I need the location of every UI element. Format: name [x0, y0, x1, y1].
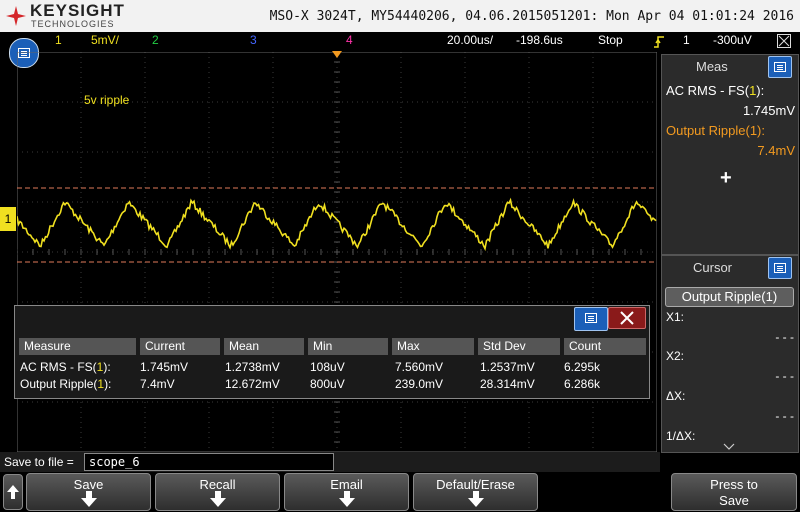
trigger-level[interactable]: -300uV — [713, 33, 752, 47]
trigger-source[interactable]: 1 — [683, 33, 690, 47]
row1-std-dev: 1.2537mV — [480, 360, 535, 374]
horizontal-delay[interactable]: -198.6us — [516, 33, 563, 47]
softkey-email-button[interactable]: Email — [284, 473, 409, 511]
row1-current: 1.745mV — [140, 360, 189, 374]
brand-name: KEYSIGHT — [30, 1, 125, 20]
ch2-number[interactable]: 2 — [152, 33, 159, 47]
row1-count: 6.295k — [564, 360, 601, 374]
softkey-press-to-label: Press to — [710, 477, 758, 492]
col-header-max: Max — [392, 338, 474, 355]
col-header-std-dev: Std Dev — [478, 338, 560, 355]
stats-window-close-button[interactable] — [608, 307, 646, 329]
row2-max: 239.0mV — [395, 377, 444, 391]
run-state[interactable]: Stop — [598, 33, 623, 47]
cursor-x2-label: X2: — [666, 349, 685, 363]
row1-min: 108uV — [310, 360, 345, 374]
trigger-edge-icon — [654, 36, 664, 48]
row1-mean: 1.2738mV — [225, 360, 280, 374]
cursor-x2-value: - - - — [775, 369, 794, 383]
col-header-count: Count — [564, 338, 646, 355]
trigger-position-marker[interactable] — [332, 51, 342, 58]
softkey-default-erase-label: Default/Erase — [436, 477, 515, 492]
softkey-email-label: Email — [330, 477, 363, 492]
row2-mean: 12.672mV — [225, 377, 280, 391]
softkey-recall-label: Recall — [199, 477, 236, 492]
meas-item1-value: 1.745mV — [742, 103, 795, 118]
softkey-default-erase-button[interactable]: Default/Erase — [413, 473, 538, 511]
add-measurement-button[interactable]: + — [720, 167, 732, 190]
channel-bar — [0, 32, 800, 52]
ch1-ground-marker-label: 1 — [4, 212, 12, 226]
col-header-measure: Measure — [19, 338, 136, 355]
cursor-x1-value: - - - — [775, 330, 794, 344]
meas-panel-menu-button[interactable] — [768, 56, 792, 78]
cursor-source-select[interactable]: Output Ripple(1) — [665, 287, 794, 307]
softkey-press-to-save-button[interactable]: Press to Save — [671, 473, 797, 511]
row2-min: 800uV — [310, 377, 345, 391]
arrow-up-icon — [7, 485, 19, 499]
cursor-inv-dx-label: 1/ΔX: — [666, 429, 696, 443]
row2-measure: Output Ripple(1): — [20, 377, 112, 391]
ch3-number[interactable]: 3 — [250, 33, 257, 47]
row1-max: 7.560mV — [395, 360, 444, 374]
softkey-save-button[interactable]: Save — [26, 473, 151, 511]
cursor-panel-title: Cursor — [693, 260, 733, 275]
fullscreen-toggle-icon[interactable] — [777, 34, 791, 48]
brand-subtitle: TECHNOLOGIES — [31, 19, 115, 29]
cursor-panel-menu-button[interactable] — [768, 257, 792, 279]
keysight-logo-icon — [6, 6, 26, 26]
softkey-save-label: Save — [73, 477, 104, 492]
ch1-scale[interactable]: 5mV/ — [91, 33, 119, 47]
ch1-ground-marker[interactable]: 1 — [0, 207, 16, 231]
close-icon — [620, 311, 634, 325]
cursor-dx-value: - - - — [775, 409, 794, 423]
row2-count: 6.286k — [564, 377, 601, 391]
row1-measure: AC RMS - FS(1): — [20, 360, 111, 374]
col-header-current: Current — [140, 338, 220, 355]
stats-window-menu-button[interactable] — [574, 307, 608, 331]
cursor-dx-label: ΔX: — [666, 389, 686, 403]
row2-current: 7.4mV — [140, 377, 175, 391]
row2-std-dev: 28.314mV — [480, 377, 535, 391]
filename-field[interactable]: scope_6 — [84, 453, 334, 471]
meas-item1-label[interactable]: AC RMS - FS(1): — [666, 83, 764, 98]
waveform-annotation: 5v ripple — [84, 93, 130, 107]
ch1-number[interactable]: 1 — [55, 33, 62, 47]
save-file-label: Save to file = — [4, 455, 74, 469]
scroll-down-icon[interactable] — [723, 443, 735, 450]
meas-item2-label[interactable]: Output Ripple(1): — [666, 123, 765, 138]
instrument-title: MSO-X 3024T, MY54440206, 04.06.201505120… — [269, 9, 794, 24]
col-header-mean: Mean — [224, 338, 304, 355]
softkey-menu-up-button[interactable] — [3, 474, 23, 510]
instrument-header: KEYSIGHT TECHNOLOGIES MSO-X 3024T, MY544… — [0, 0, 800, 32]
softkey-press-save-label: Save — [719, 493, 749, 508]
meas-item2-value: 7.4mV — [757, 143, 795, 158]
cursor-x1-label: X1: — [666, 310, 685, 324]
softkey-recall-button[interactable]: Recall — [155, 473, 280, 511]
col-header-min: Min — [308, 338, 388, 355]
timebase-scale[interactable]: 20.00us/ — [447, 33, 493, 47]
ch4-number[interactable]: 4 — [346, 33, 353, 47]
meas-panel-title: Meas — [696, 59, 728, 74]
